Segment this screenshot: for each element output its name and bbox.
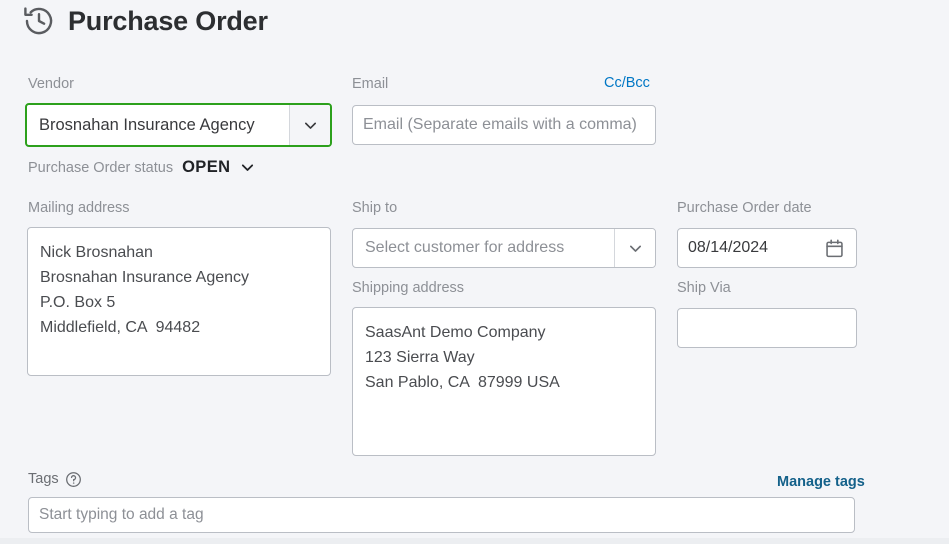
mailing-address-panel[interactable]: Nick Brosnahan Brosnahan Insurance Agenc… <box>27 227 331 376</box>
tags-input-placeholder[interactable]: Start typing to add a tag <box>29 506 854 524</box>
email-label: Email <box>352 76 389 92</box>
ship-to-dropdown[interactable]: Select customer for address <box>352 228 656 268</box>
mailing-address-label: Mailing address <box>28 200 130 216</box>
vendor-dropdown-button[interactable] <box>289 105 330 145</box>
mailing-address-line: P.O. Box 5 <box>40 294 116 311</box>
purchase-order-status-value[interactable]: OPEN <box>182 158 230 177</box>
email-input[interactable]: Email (Separate emails with a comma) <box>352 105 656 145</box>
purchase-order-status-row[interactable]: Purchase Order status OPEN <box>28 158 256 177</box>
chevron-down-icon <box>302 117 319 134</box>
mailing-address-line: Middlefield, CA 94482 <box>40 319 201 336</box>
ship-via-label: Ship Via <box>677 280 731 296</box>
shipping-address-label: Shipping address <box>352 280 465 296</box>
question-circle-icon[interactable] <box>65 471 82 488</box>
calendar-icon[interactable] <box>824 238 856 259</box>
purchase-order-status-label: Purchase Order status <box>28 159 174 176</box>
ship-via-input[interactable] <box>677 308 857 348</box>
ship-to-dropdown-button[interactable] <box>614 229 655 267</box>
page-title: Purchase Order <box>68 5 268 36</box>
vendor-value[interactable]: Brosnahan Insurance Agency <box>27 105 289 145</box>
page-header: Purchase Order <box>22 4 268 38</box>
purchase-order-form: Purchase Order Vendor Brosnahan Insuranc… <box>0 0 949 544</box>
cc-bcc-link[interactable]: Cc/Bcc <box>604 75 650 91</box>
tags-label: Tags <box>28 471 59 487</box>
ship-to-placeholder[interactable]: Select customer for address <box>353 229 614 267</box>
chevron-down-icon <box>627 240 644 257</box>
chevron-down-icon[interactable] <box>239 159 256 176</box>
purchase-order-date-label: Purchase Order date <box>677 200 812 216</box>
manage-tags-link[interactable]: Manage tags <box>777 474 865 490</box>
tags-label-row: Tags <box>28 470 82 488</box>
shipping-address-line: SaasAnt Demo Company <box>365 324 546 341</box>
shipping-address-line: San Pablo, CA 87999 USA <box>365 374 560 391</box>
ship-to-label: Ship to <box>352 200 398 216</box>
mailing-address-line: Nick Brosnahan <box>40 244 153 261</box>
shipping-address-line: 123 Sierra Way <box>365 349 475 366</box>
vendor-dropdown[interactable]: Brosnahan Insurance Agency <box>25 103 332 147</box>
tags-input[interactable]: Start typing to add a tag <box>28 497 855 533</box>
bottom-band <box>0 538 949 544</box>
purchase-order-date-value[interactable]: 08/14/2024 <box>678 239 824 257</box>
history-clock-icon <box>22 4 56 38</box>
mailing-address-line: Brosnahan Insurance Agency <box>40 269 250 286</box>
purchase-order-date-input[interactable]: 08/14/2024 <box>677 228 857 268</box>
shipping-address-panel[interactable]: SaasAnt Demo Company 123 Sierra Way San … <box>352 307 656 456</box>
email-input-placeholder[interactable]: Email (Separate emails with a comma) <box>353 116 655 134</box>
vendor-label: Vendor <box>28 76 74 92</box>
